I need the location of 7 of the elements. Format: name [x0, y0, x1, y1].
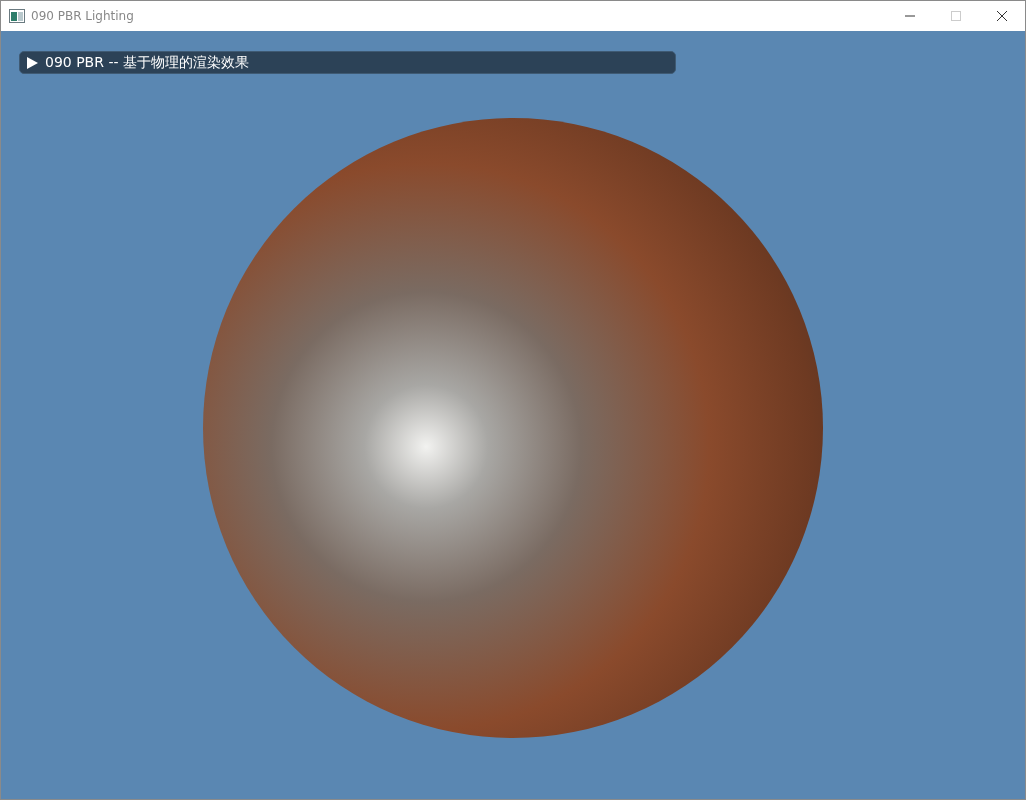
collapsing-header[interactable]: 090 PBR -- 基于物理的渲染效果 [19, 51, 676, 74]
app-icon [9, 9, 25, 23]
panel-title: 090 PBR -- 基于物理的渲染效果 [45, 53, 249, 72]
close-icon [996, 10, 1008, 22]
window-title: 090 PBR Lighting [31, 9, 134, 23]
maximize-icon [950, 10, 962, 22]
triangle-icon [27, 56, 38, 69]
